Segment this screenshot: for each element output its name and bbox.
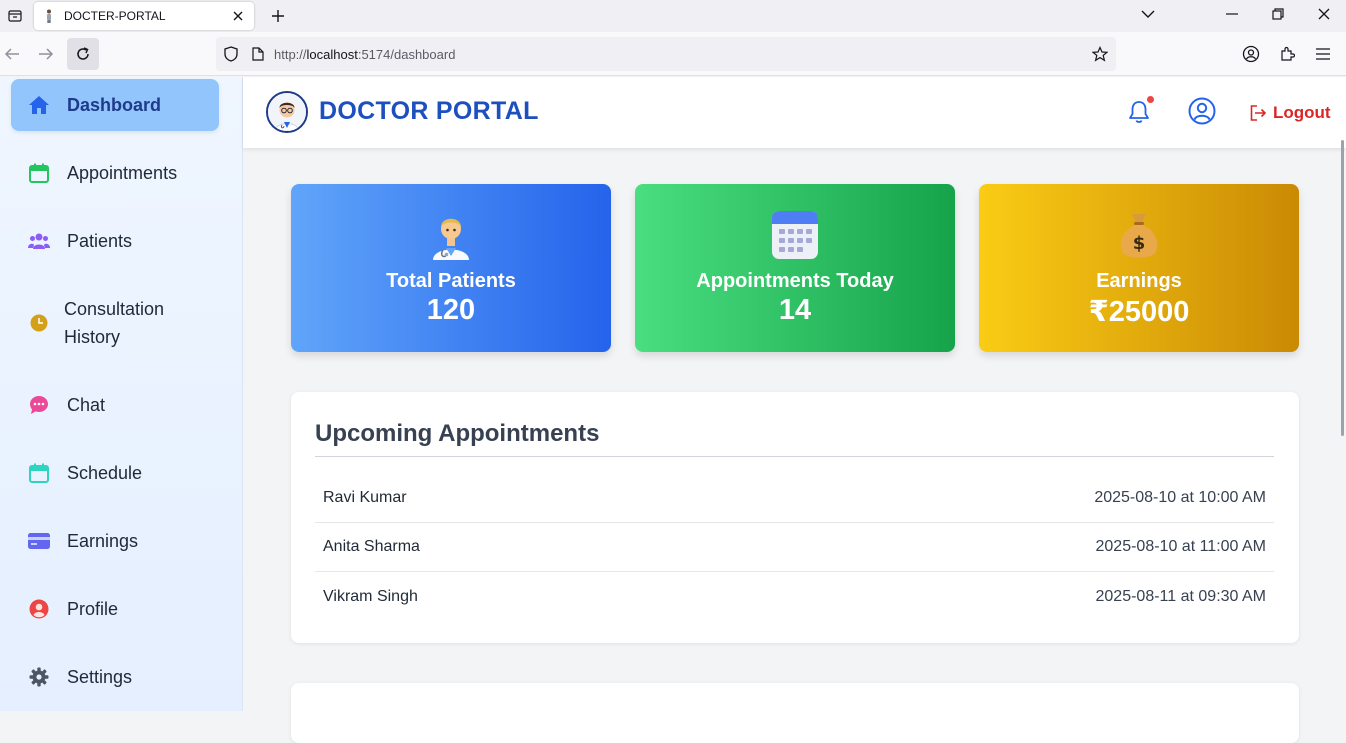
stat-label: Total Patients (386, 270, 516, 292)
sidebar-item-dashboard[interactable]: Dashboard (11, 79, 219, 131)
account-icon[interactable] (1237, 40, 1265, 68)
stat-label: Earnings (1096, 270, 1182, 292)
sidebar-item-label: Consultation History (64, 299, 165, 347)
sidebar-item-earnings[interactable]: Earnings (11, 515, 219, 567)
chat-icon (27, 393, 51, 417)
patient-name: Vikram Singh (323, 587, 418, 605)
sidebar-item-label: Earnings (67, 530, 139, 551)
browser-tab[interactable]: DOCTER-PORTAL (34, 2, 254, 30)
sidebar-item-label: Appointments (67, 162, 178, 183)
tab-list-icon[interactable] (0, 0, 30, 32)
appointment-time: 2025-08-11 at 09:30 AM (1095, 587, 1267, 605)
doctor-avatar-logo (266, 91, 308, 133)
divider (315, 456, 1274, 457)
url-prefix: http:// (274, 46, 307, 62)
sidebar-item-label: Profile (67, 598, 119, 619)
sidebar-item-label: Chat (67, 394, 106, 415)
address-bar[interactable]: http://localhost:5174/dashboard (216, 37, 1116, 71)
next-panel (291, 683, 1299, 743)
new-tab-icon[interactable] (266, 4, 290, 28)
brand-title: DOCTOR PORTAL (319, 97, 539, 125)
calendar-emoji-icon (635, 210, 955, 260)
stat-value: ₹25000 (1088, 296, 1190, 328)
shield-icon[interactable] (216, 37, 246, 71)
stat-value: 14 (778, 294, 812, 326)
svg-text:$: $ (1133, 233, 1146, 254)
sidebar-item-label: Patients (67, 230, 133, 251)
page-scrollbar[interactable] (1341, 140, 1344, 436)
notification-bell-icon[interactable] (1127, 96, 1154, 125)
sidebar-item-schedule[interactable]: Schedule (11, 447, 219, 499)
forward-icon[interactable] (30, 38, 62, 70)
user-circle-icon (27, 597, 51, 621)
stat-value: 120 (426, 294, 476, 326)
sidebar-item-chat[interactable]: Chat (11, 379, 219, 431)
bookmark-star-icon[interactable] (1084, 37, 1116, 71)
url-host: localhost (306, 46, 358, 62)
reload-icon[interactable] (67, 38, 99, 70)
close-window-icon[interactable] (1302, 0, 1346, 28)
home-icon (27, 93, 51, 117)
stat-card-appointments-today: Appointments Today 14 (635, 184, 955, 352)
credit-card-icon (27, 529, 51, 553)
minimize-icon[interactable] (1210, 0, 1254, 28)
appointment-row[interactable]: Anita Sharma 2025-08-10 at 11:00 AM (315, 523, 1274, 572)
restore-icon[interactable] (1256, 0, 1300, 28)
user-profile-icon[interactable] (1188, 97, 1216, 125)
appointment-row[interactable]: Ravi Kumar 2025-08-10 at 10:00 AM (315, 474, 1274, 523)
users-icon (27, 229, 51, 253)
url-text[interactable]: http://localhost:5174/dashboard (270, 47, 1084, 62)
clock-icon (27, 311, 51, 335)
logout-icon (1249, 104, 1267, 122)
browser-tabstrip: DOCTER-PORTAL (0, 0, 1346, 32)
extensions-icon[interactable] (1273, 40, 1301, 68)
stat-label: Appointments Today (696, 270, 894, 292)
sidebar-item-appointments[interactable]: Appointments (11, 147, 219, 199)
page-icon[interactable] (246, 37, 270, 71)
stat-card-earnings: $ Earnings ₹25000 (979, 184, 1299, 352)
sidebar: Dashboard Appointments Patients Consulta… (0, 77, 243, 711)
url-path: :5174/dashboard (357, 46, 456, 62)
sidebar-item-profile[interactable]: Profile (11, 583, 219, 635)
tab-title: DOCTER-PORTAL (64, 9, 166, 23)
appointment-time: 2025-08-10 at 10:00 AM (1094, 489, 1266, 506)
gear-icon (27, 665, 51, 689)
back-icon[interactable] (0, 38, 28, 70)
sidebar-item-label: Dashboard (67, 94, 162, 115)
sidebar-item-settings[interactable]: Settings (11, 651, 219, 703)
chevron-down-icon[interactable] (1126, 0, 1170, 28)
patient-name: Ravi Kumar (323, 489, 407, 506)
doctor-favicon-icon (42, 9, 56, 23)
sidebar-item-consultation-history[interactable]: Consultation History (11, 287, 219, 359)
calendar-icon (27, 161, 51, 185)
upcoming-appointments-panel: Upcoming Appointments Ravi Kumar 2025-08… (291, 392, 1299, 643)
notification-dot (1147, 96, 1154, 103)
health-worker-emoji-icon (291, 210, 611, 260)
sidebar-item-patients[interactable]: Patients (11, 215, 219, 267)
calendar-icon (27, 461, 51, 485)
logout-label: Logout (1273, 103, 1331, 122)
money-bag-emoji-icon: $ (979, 210, 1299, 260)
appointment-row[interactable]: Vikram Singh 2025-08-11 at 09:30 AM (315, 572, 1274, 621)
stat-card-total-patients: Total Patients 120 (291, 184, 611, 352)
appointment-time: 2025-08-10 at 11:00 AM (1095, 538, 1267, 555)
app-header: DOCTOR PORTAL Logout (243, 77, 1346, 148)
logout-button[interactable]: Logout (1249, 101, 1331, 125)
close-tab-icon[interactable] (230, 8, 246, 24)
sidebar-item-label: Settings (67, 666, 133, 687)
menu-icon[interactable] (1309, 40, 1337, 68)
panel-title: Upcoming Appointments (315, 420, 600, 447)
browser-navbar: http://localhost:5174/dashboard (0, 32, 1346, 76)
patient-name: Anita Sharma (323, 538, 420, 555)
sidebar-item-label: Schedule (67, 462, 143, 483)
